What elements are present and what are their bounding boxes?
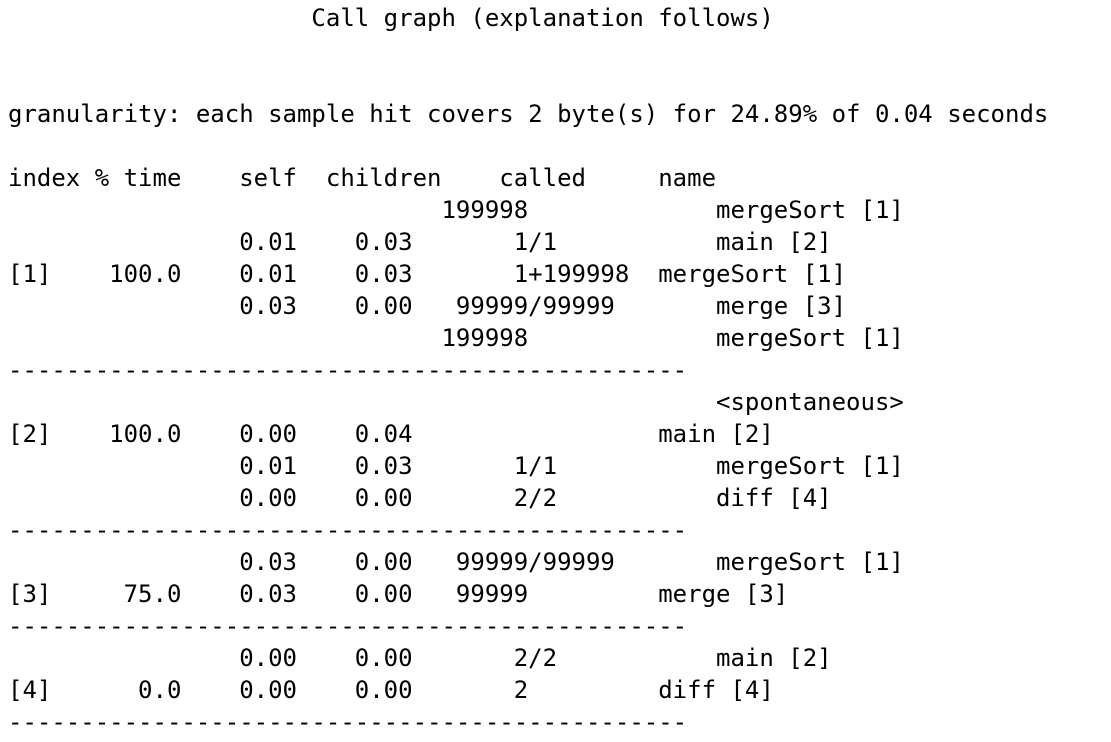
caller-row: 0.00 0.00 2/2 main [2] bbox=[8, 644, 832, 672]
entry-separator: ----------------------------------------… bbox=[8, 516, 688, 544]
blank-line bbox=[8, 66, 1108, 98]
primary-entry-row: [4] 0.0 0.00 0.00 2 diff [4] bbox=[8, 676, 774, 704]
caller-row: 0.01 0.03 1/1 main [2] bbox=[8, 228, 832, 256]
column-headers: index % time self children called name bbox=[8, 164, 717, 192]
blank-line bbox=[8, 130, 1108, 162]
callee-row: 0.03 0.00 99999/99999 merge [3] bbox=[8, 292, 847, 320]
callee-row: 0.00 0.00 2/2 diff [4] bbox=[8, 484, 832, 512]
report-title: Call graph (explanation follows) bbox=[8, 4, 774, 32]
terminal-output: Call graph (explanation follows) granula… bbox=[8, 2, 1108, 740]
granularity-line: granularity: each sample hit covers 2 by… bbox=[8, 100, 1049, 128]
primary-entry-row: [1] 100.0 0.01 0.03 1+199998 mergeSort [… bbox=[8, 260, 847, 288]
primary-entry-row: [2] 100.0 0.00 0.04 main [2] bbox=[8, 420, 774, 448]
entry-separator: ----------------------------------------… bbox=[8, 612, 688, 640]
primary-entry-row: [3] 75.0 0.03 0.00 99999 merge [3] bbox=[8, 580, 789, 608]
caller-row: 199998 mergeSort [1] bbox=[8, 196, 904, 224]
callee-row: 0.01 0.03 1/1 mergeSort [1] bbox=[8, 452, 904, 480]
caller-row: <spontaneous> bbox=[8, 388, 904, 416]
entry-separator: ----------------------------------------… bbox=[8, 356, 688, 384]
blank-line bbox=[8, 34, 1108, 66]
entry-separator: ----------------------------------------… bbox=[8, 708, 688, 736]
caller-row: 0.03 0.00 99999/99999 mergeSort [1] bbox=[8, 548, 904, 576]
callee-row: 199998 mergeSort [1] bbox=[8, 324, 904, 352]
